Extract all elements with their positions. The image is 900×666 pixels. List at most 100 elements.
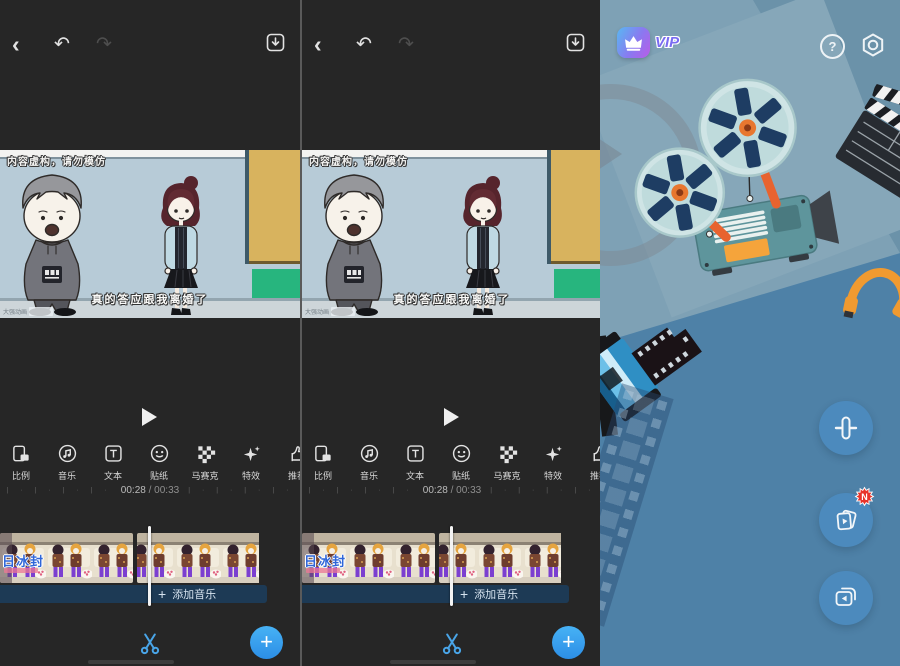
- cut-button[interactable]: [439, 630, 465, 661]
- editor-topbar: ‹ ↶ ↷: [302, 0, 600, 62]
- tool-label: 推荐: [590, 469, 600, 482]
- ruler-ticks: | · | · | · | ·: [7, 487, 112, 494]
- watermark-chip: [331, 307, 355, 316]
- add-music-label: 添加音乐: [172, 586, 216, 602]
- video-subtitle: 真的答应跟我离婚了: [302, 291, 600, 307]
- editor-panel-middle: ‹ ↶ ↷: [300, 0, 600, 666]
- crown-icon: [617, 27, 650, 58]
- video-clip-2[interactable]: [137, 533, 267, 583]
- time-display: 00:28 / 00:33: [121, 485, 179, 496]
- scissors-icon: [137, 630, 163, 656]
- play-button[interactable]: [142, 408, 157, 426]
- back-icon[interactable]: ‹: [12, 33, 54, 56]
- tool-mosaic[interactable]: 马赛克: [182, 440, 228, 482]
- clip-tool-button[interactable]: [819, 401, 873, 455]
- timeline-playhead: [148, 526, 151, 606]
- add-clip-button[interactable]: +: [552, 626, 585, 659]
- time-display: 00:28 / 00:33: [423, 485, 481, 496]
- clip-subtitle-overlay: [306, 568, 340, 573]
- ruler-ticks: | · | · | · | ·: [309, 487, 414, 494]
- app-home-panel: VIP ? N: [600, 0, 900, 666]
- tool-music[interactable]: 音乐: [44, 440, 90, 482]
- video-subtitle: 真的答应跟我离婚了: [0, 291, 300, 307]
- undo-icon[interactable]: ↶: [356, 35, 398, 54]
- tool-label: 贴纸: [150, 469, 168, 482]
- tool-label: 音乐: [360, 469, 378, 482]
- video-clip-2[interactable]: [439, 533, 569, 583]
- tool-label: 推荐: [288, 469, 300, 482]
- play-button[interactable]: [444, 408, 459, 426]
- tool-text[interactable]: 文本: [392, 440, 438, 482]
- mosaic-icon: [195, 443, 216, 464]
- tool-effects[interactable]: 特效: [228, 440, 274, 482]
- tool-effects[interactable]: 特效: [530, 440, 576, 482]
- text-icon: [103, 443, 124, 464]
- video-yellow-door: [551, 150, 600, 264]
- cast-icon: [832, 584, 860, 612]
- video-clip-1[interactable]: [302, 533, 435, 583]
- video-watermark: 大强动画: [305, 307, 355, 316]
- add-clip-button[interactable]: +: [250, 626, 283, 659]
- tool-ratio[interactable]: 比例: [0, 440, 44, 482]
- redo-icon[interactable]: ↷: [398, 35, 440, 54]
- timeline-ruler[interactable]: | · | · | · | · 00:28 / 00:33 | · | · | …: [0, 483, 300, 498]
- mosaic-icon: [497, 443, 518, 464]
- video-preview[interactable]: 内容虚构，请勿模仿 真的答应跟我离婚了 大强动画: [302, 150, 600, 318]
- screen-cast-button[interactable]: [819, 571, 873, 625]
- tool-music[interactable]: 音乐: [346, 440, 392, 482]
- music-icon: [57, 443, 78, 464]
- tool-recommend[interactable]: 推荐: [274, 440, 300, 482]
- help-button[interactable]: ?: [820, 34, 845, 59]
- home-indicator[interactable]: [88, 660, 174, 664]
- tool-text[interactable]: 文本: [90, 440, 136, 482]
- tool-ratio[interactable]: 比例: [300, 440, 346, 482]
- vip-label: VIP: [655, 34, 679, 51]
- sticker-icon: [149, 443, 170, 464]
- editor-toolbar: 比例 音乐 文本 贴纸 马赛克 特效 推荐: [0, 440, 300, 482]
- video-clip-1[interactable]: [0, 533, 133, 583]
- tool-label: 特效: [242, 469, 260, 482]
- film-projector-illustration: [613, 64, 844, 292]
- sticker-icon: [451, 443, 472, 464]
- tool-label: 比例: [314, 469, 332, 482]
- back-icon[interactable]: ‹: [314, 33, 356, 56]
- editor-topbar: ‹ ↶ ↷: [0, 0, 300, 62]
- question-icon: ?: [829, 39, 837, 54]
- tool-mosaic[interactable]: 马赛克: [484, 440, 530, 482]
- effects-icon: [241, 443, 262, 464]
- redo-icon[interactable]: ↷: [96, 35, 138, 54]
- video-preview[interactable]: 内容虚构，请勿模仿 真的答应跟我离婚了 大强动画: [0, 150, 300, 318]
- video-watermark: 大强动画: [3, 307, 53, 316]
- home-indicator[interactable]: [390, 660, 476, 664]
- tool-recommend[interactable]: 推荐: [576, 440, 600, 482]
- tool-sticker[interactable]: 贴纸: [438, 440, 484, 482]
- tool-label: 贴纸: [452, 469, 470, 482]
- plus-icon: +: [460, 587, 468, 601]
- timeline-ruler[interactable]: | · | · | · | · 00:28 / 00:33 | · | · | …: [302, 483, 600, 498]
- export-icon[interactable]: [564, 31, 588, 58]
- editor-panel-left: ‹ ↶ ↷: [0, 0, 300, 666]
- tool-label: 比例: [12, 469, 30, 482]
- export-icon[interactable]: [264, 31, 288, 58]
- ratio-icon: [313, 443, 334, 464]
- vip-button[interactable]: VIP: [617, 27, 679, 58]
- add-music-track[interactable]: + 添加音乐: [0, 585, 267, 603]
- watermark-chip: [29, 307, 53, 316]
- tool-sticker[interactable]: 贴纸: [136, 440, 182, 482]
- add-music-track[interactable]: +添加音乐: [302, 585, 569, 603]
- ratio-icon: [11, 443, 32, 464]
- plus-icon: +: [158, 587, 166, 601]
- timeline-playhead: [450, 526, 453, 606]
- settings-button[interactable]: [860, 32, 886, 63]
- cut-button[interactable]: [137, 630, 163, 661]
- thumbs-up-icon: [287, 443, 301, 464]
- tool-label: 特效: [544, 469, 562, 482]
- video-yellow-door: [249, 150, 300, 264]
- tool-label: 文本: [406, 469, 424, 482]
- background-play-shape: [600, 138, 622, 170]
- text-icon: [405, 443, 426, 464]
- scissors-icon: [439, 630, 465, 656]
- gear-icon: [860, 32, 886, 58]
- undo-icon[interactable]: ↶: [54, 35, 96, 54]
- video-cards-icon: [832, 506, 860, 534]
